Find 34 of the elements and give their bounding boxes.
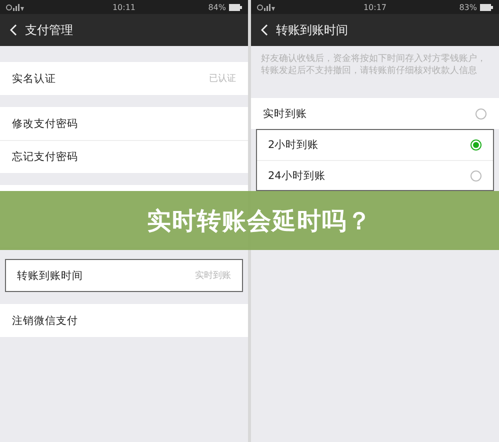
settings-row[interactable]: 注销微信支付 [0,304,248,337]
settings-row[interactable]: 修改支付密码 [0,107,248,140]
radio-selected-icon[interactable] [470,138,482,150]
row-value: 已认证 [209,72,236,85]
signal-icon [257,4,275,10]
back-icon[interactable] [10,24,17,36]
battery-icon [229,4,242,10]
battery-level: 83% [459,2,477,12]
option-row[interactable]: 2小时到账 [256,129,494,160]
row-value: 实时到账 [195,270,231,282]
screen-title: 支付管理 [25,22,73,38]
back-icon[interactable] [261,24,268,36]
signal-icon [6,4,24,10]
battery-icon [480,4,493,10]
status-time: 10:17 [363,2,387,12]
settings-row[interactable]: 转账到账时间 实时到账 [5,259,243,292]
option-label: 2小时到账 [268,138,319,152]
radio-icon[interactable] [475,108,487,120]
battery-level: 84% [208,2,226,12]
screen-title: 转账到账时间 [276,22,348,38]
settings-row[interactable]: 忘记支付密码 [0,140,248,173]
row-label: 修改支付密码 [12,116,78,130]
option-label: 24小时到账 [268,169,326,183]
row-label: 转账到账时间 [17,268,83,282]
radio-icon[interactable] [470,170,482,182]
settings-row[interactable]: 实名认证 已认证 [0,62,248,95]
option-row[interactable]: 实时到账 [251,98,499,129]
row-label: 忘记支付密码 [12,150,78,164]
status-time: 10:11 [112,2,136,12]
notice-text: 好友确认收钱后，资金将按如下时间存入对方零钱账户，转账发起后不支持撤回，请转账前仔细核对收款人信息 [260,52,487,78]
row-label: 注销微信支付 [12,314,78,328]
headline-text: 实时转账会延时吗？ [146,206,372,236]
option-label: 实时到账 [263,106,307,120]
row-label: 实名认证 [12,72,56,86]
